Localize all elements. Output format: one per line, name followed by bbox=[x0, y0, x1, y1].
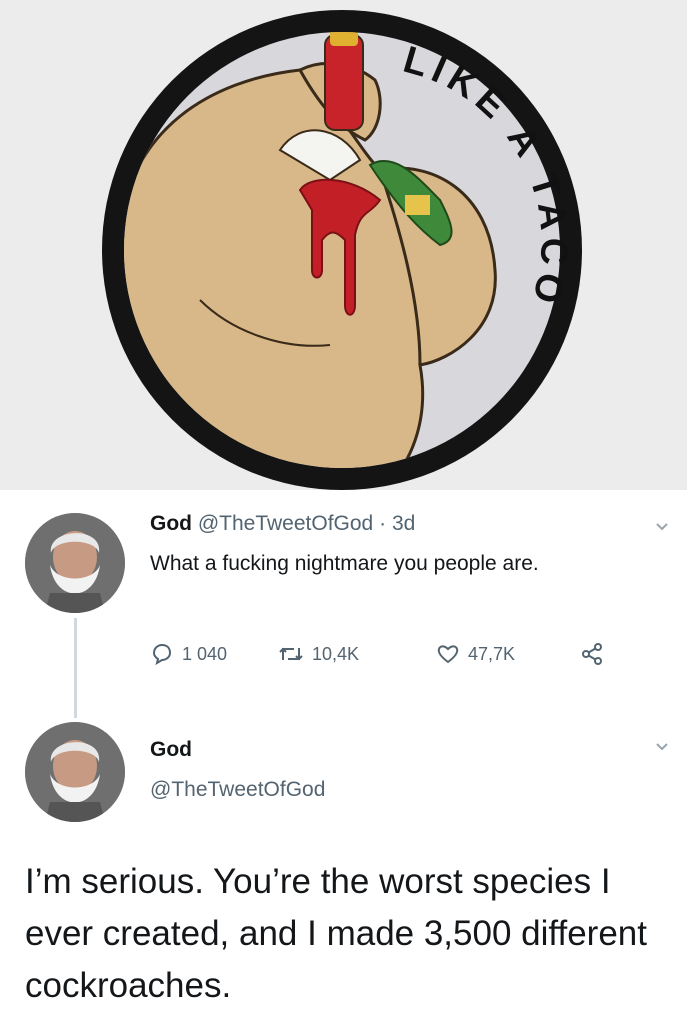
separator-dot: · bbox=[379, 512, 387, 535]
chevron-down-icon[interactable] bbox=[655, 520, 669, 534]
retweet-button[interactable]: 10,4K bbox=[278, 642, 359, 666]
avatar[interactable] bbox=[25, 513, 125, 613]
share-icon bbox=[582, 643, 602, 665]
reply-icon bbox=[152, 643, 172, 666]
chevron-down-icon[interactable] bbox=[655, 740, 669, 754]
avatar[interactable] bbox=[25, 722, 125, 822]
patch-photo: LIKE A TACO bbox=[0, 0, 687, 490]
author-name[interactable]: God bbox=[150, 512, 192, 535]
like-count: 47,7K bbox=[468, 643, 516, 664]
share-button[interactable] bbox=[580, 642, 604, 666]
author-handle[interactable]: @TheTweetOfGod bbox=[198, 512, 373, 535]
ketchup-bottle bbox=[324, 34, 364, 131]
author-name[interactable]: God bbox=[150, 738, 192, 762]
thread-connector bbox=[74, 618, 77, 718]
like-button[interactable]: 47,7K bbox=[436, 642, 515, 666]
patch-illustration: LIKE A TACO bbox=[102, 10, 582, 490]
reply-count: 1 040 bbox=[182, 643, 228, 664]
reply-button[interactable]: 1 040 bbox=[150, 642, 227, 666]
retweet-icon bbox=[279, 647, 303, 661]
tweet-header: God @TheTweetOfGod · 3d bbox=[150, 512, 415, 536]
retweet-count: 10,4K bbox=[312, 643, 360, 664]
tweet-actions: 1 040 10,4K 47,7K bbox=[150, 642, 620, 672]
tweet-age[interactable]: 3d bbox=[392, 512, 415, 535]
tweet-text: What a fucking nightmare you people are. bbox=[150, 552, 539, 575]
author-handle[interactable]: @TheTweetOfGod bbox=[150, 778, 325, 802]
tweet-text: I’m serious. You’re the worst species I … bbox=[25, 862, 647, 1005]
heart-icon bbox=[437, 645, 459, 664]
